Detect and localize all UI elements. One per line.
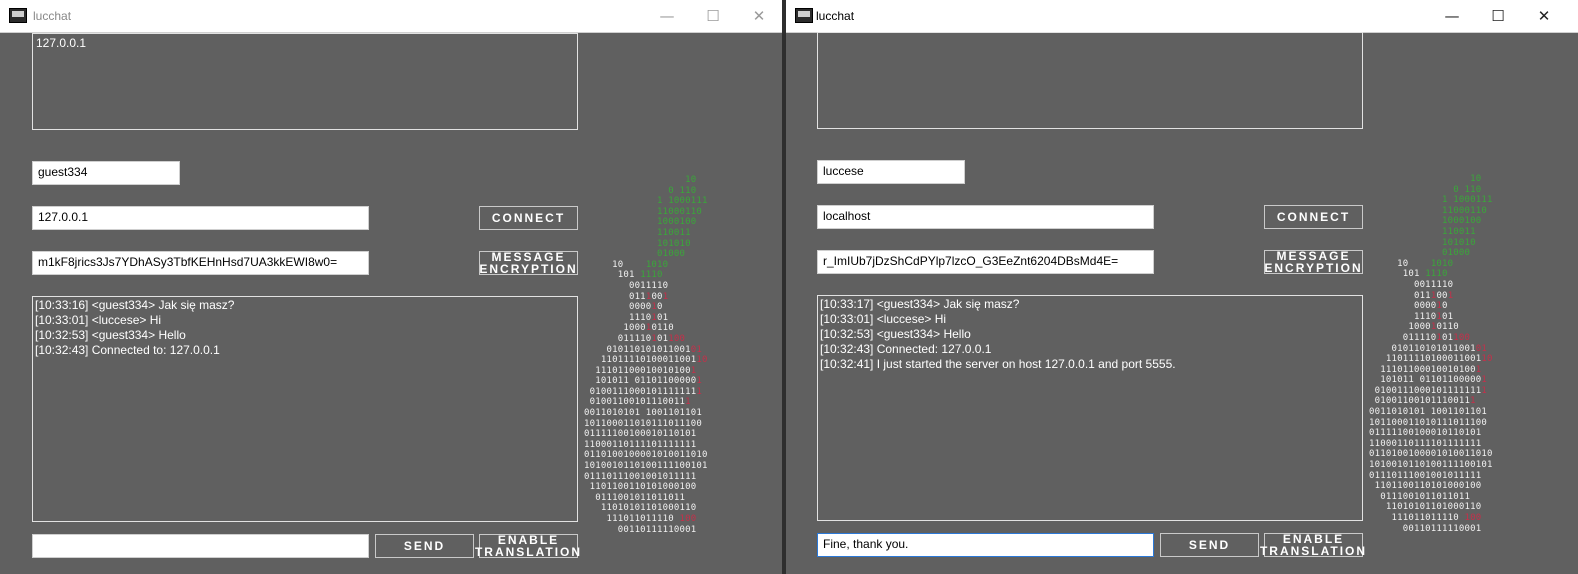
nickname-input[interactable]: luccese bbox=[817, 160, 965, 184]
maximize-icon[interactable]: ☐ bbox=[1475, 0, 1521, 32]
right-window: lucchat — ☐ ✕ luccese localhost CONNECT … bbox=[786, 0, 1578, 574]
binary-art-decoration: 10 0 110 1 1000111 11000110 1000100 1100… bbox=[584, 175, 708, 535]
chat-message: [10:32:43] Connected: 127.0.0.1 bbox=[820, 342, 992, 356]
app-icon bbox=[795, 8, 813, 23]
message-input[interactable] bbox=[32, 534, 369, 558]
maximize-icon[interactable]: ☐ bbox=[690, 0, 736, 32]
window-title: lucchat bbox=[816, 9, 855, 23]
enable-translation-button[interactable]: ENABLE TRANSLATION bbox=[475, 534, 580, 558]
encryption-key-input[interactable]: r_ImIUb7jDzShCdPYlp7lzcO_G3EeZnt6204DBsM… bbox=[817, 250, 1154, 274]
message-input[interactable]: Fine, thank you. bbox=[817, 533, 1154, 557]
chat-message: [10:32:41] I just started the server on … bbox=[820, 357, 1176, 371]
send-button-label: SEND bbox=[403, 539, 446, 553]
peer-list-box[interactable]: 127.0.0.1 bbox=[32, 33, 578, 130]
chat-log[interactable]: [10:33:17] <guest334> Jak się masz? [10:… bbox=[817, 295, 1363, 521]
left-window: lucchat — ☐ ✕ 127.0.0.1 guest334 127.0.0… bbox=[0, 0, 782, 574]
chat-message: [10:32:43] Connected to: 127.0.0.1 bbox=[35, 343, 220, 357]
connect-button-label: CONNECT bbox=[491, 211, 566, 225]
close-icon[interactable]: ✕ bbox=[736, 0, 782, 32]
connect-button[interactable]: CONNECT bbox=[1264, 205, 1363, 229]
chat-message: [10:33:16] <guest334> Jak się masz? bbox=[35, 298, 235, 312]
minimize-icon[interactable]: — bbox=[1429, 0, 1475, 32]
close-icon[interactable]: ✕ bbox=[1521, 0, 1567, 32]
host-input[interactable]: localhost bbox=[817, 205, 1154, 229]
title-bar[interactable]: lucchat — ☐ ✕ bbox=[0, 0, 782, 33]
host-input[interactable]: 127.0.0.1 bbox=[32, 206, 369, 230]
connect-button-label: CONNECT bbox=[1276, 210, 1351, 224]
message-encryption-button[interactable]: MESSAGE ENCRYPTION bbox=[1264, 250, 1363, 274]
title-bar[interactable]: lucchat — ☐ ✕ bbox=[786, 0, 1578, 33]
message-encryption-button[interactable]: MESSAGE ENCRYPTION bbox=[479, 251, 578, 275]
window-title: lucchat bbox=[33, 9, 72, 23]
nickname-input[interactable]: guest334 bbox=[32, 161, 180, 185]
binary-art-decoration: 10 0 110 1 1000111 11000110 1000100 1100… bbox=[1369, 174, 1493, 534]
button-label-line-2: TRANSLATION bbox=[474, 545, 583, 559]
button-label-line-2: ENCRYPTION bbox=[479, 262, 578, 276]
app-icon bbox=[9, 8, 27, 23]
connect-button[interactable]: CONNECT bbox=[479, 206, 578, 230]
chat-log[interactable]: [10:33:16] <guest334> Jak się masz? [10:… bbox=[32, 296, 578, 522]
button-label-line-2: TRANSLATION bbox=[1259, 544, 1368, 558]
chat-message: [10:33:01] <luccese> Hi bbox=[35, 313, 162, 327]
enable-translation-button[interactable]: ENABLE TRANSLATION bbox=[1260, 533, 1365, 557]
minimize-icon[interactable]: — bbox=[644, 0, 690, 32]
chat-message: [10:32:53] <guest334> Hello bbox=[35, 328, 186, 342]
send-button-label: SEND bbox=[1188, 538, 1231, 552]
send-button[interactable]: SEND bbox=[375, 534, 474, 558]
chat-message: [10:32:53] <guest334> Hello bbox=[820, 327, 971, 341]
send-button[interactable]: SEND bbox=[1160, 533, 1259, 557]
peer-list-item: 127.0.0.1 bbox=[36, 36, 87, 50]
peer-list-box[interactable] bbox=[817, 32, 1363, 129]
chat-message: [10:33:17] <guest334> Jak się masz? bbox=[820, 297, 1020, 311]
chat-message: [10:33:01] <luccese> Hi bbox=[820, 312, 947, 326]
encryption-key-input[interactable]: m1kF8jrics3Js7YDhASy3TbfKEHnHsd7UA3kkEWI… bbox=[32, 251, 369, 275]
button-label-line-2: ENCRYPTION bbox=[1264, 261, 1363, 275]
